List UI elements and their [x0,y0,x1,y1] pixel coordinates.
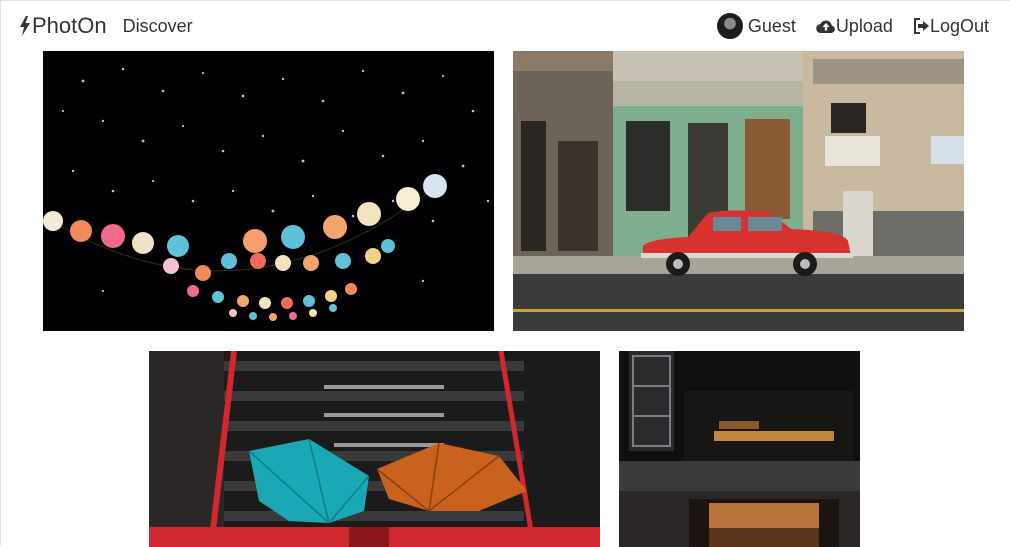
brand-name: PhotOn [32,13,107,38]
navbar: PhotOn Discover Guest Upload LogOut [1,1,1009,51]
dark-building-photo[interactable] [619,351,860,547]
brand-logo[interactable]: PhotOn [19,13,107,39]
cloud-upload-icon [816,18,836,34]
user-name: Guest [747,15,796,36]
logout-icon [913,18,930,34]
umbrellas-photo-graphic [149,351,600,547]
logout-button[interactable]: LogOut [913,16,989,37]
nav-discover-link[interactable]: Discover [123,16,193,37]
red-car-photo-graphic [513,51,964,331]
nav-right: Guest Upload LogOut [697,13,989,39]
upload-label: Upload [835,15,893,36]
logout-label: LogOut [929,15,989,36]
bolt-icon [19,16,32,36]
upload-button[interactable]: Upload [816,16,893,37]
user-menu[interactable]: Guest [716,13,796,39]
lanterns-photo[interactable] [43,51,494,331]
dark-building-photo-graphic [619,351,860,547]
red-car-photo[interactable] [513,51,964,331]
nav-left: PhotOn Discover [19,13,193,39]
lanterns-photo-graphic [43,51,494,331]
avatar [716,13,743,39]
umbrellas-photo[interactable] [149,351,600,547]
